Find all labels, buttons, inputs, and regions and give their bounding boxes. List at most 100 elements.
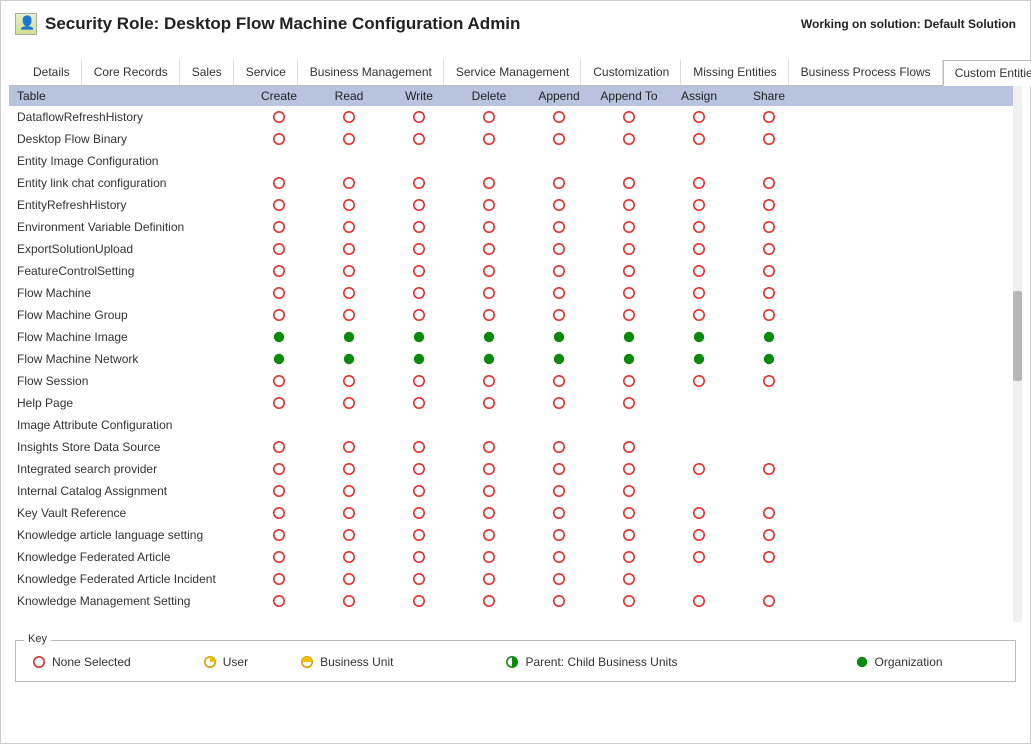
permission-cell[interactable]: [524, 524, 594, 546]
column-header-share[interactable]: Share: [734, 86, 804, 106]
permission-none-icon[interactable]: [622, 176, 636, 190]
permission-none-icon[interactable]: [272, 176, 286, 190]
permission-cell[interactable]: [524, 106, 594, 128]
permission-cell[interactable]: [664, 348, 734, 370]
permission-cell[interactable]: [734, 326, 804, 348]
column-header-write[interactable]: Write: [384, 86, 454, 106]
permission-none-icon[interactable]: [482, 528, 496, 542]
permission-none-icon[interactable]: [482, 176, 496, 190]
permission-cell[interactable]: [524, 392, 594, 414]
permission-none-icon[interactable]: [342, 198, 356, 212]
permission-cell[interactable]: [384, 392, 454, 414]
permission-cell[interactable]: [524, 568, 594, 590]
permission-none-icon[interactable]: [692, 308, 706, 322]
tab-missing-entities[interactable]: Missing Entities: [681, 59, 788, 85]
permission-none-icon[interactable]: [342, 440, 356, 454]
permission-none-icon[interactable]: [692, 462, 706, 476]
permission-org-icon[interactable]: [552, 352, 566, 366]
entity-name[interactable]: Entity Image Configuration: [9, 150, 244, 172]
tab-sales[interactable]: Sales: [180, 59, 234, 85]
permission-none-icon[interactable]: [412, 440, 426, 454]
entity-name[interactable]: Flow Machine Group: [9, 304, 244, 326]
permission-none-icon[interactable]: [622, 572, 636, 586]
permission-none-icon[interactable]: [342, 286, 356, 300]
permission-cell[interactable]: [664, 216, 734, 238]
permission-none-icon[interactable]: [552, 220, 566, 234]
permission-none-icon[interactable]: [552, 528, 566, 542]
permission-none-icon[interactable]: [272, 484, 286, 498]
permission-cell[interactable]: [524, 546, 594, 568]
permission-cell[interactable]: [314, 568, 384, 590]
permission-none-icon[interactable]: [482, 374, 496, 388]
permission-cell[interactable]: [384, 370, 454, 392]
column-header-create[interactable]: Create: [244, 86, 314, 106]
permission-cell[interactable]: [734, 304, 804, 326]
permission-cell[interactable]: [244, 128, 314, 150]
permission-none-icon[interactable]: [762, 176, 776, 190]
permission-cell[interactable]: [454, 282, 524, 304]
permission-none-icon[interactable]: [342, 220, 356, 234]
permission-cell[interactable]: [524, 458, 594, 480]
permission-cell[interactable]: [314, 304, 384, 326]
permission-none-icon[interactable]: [692, 242, 706, 256]
permission-none-icon[interactable]: [482, 132, 496, 146]
permission-none-icon[interactable]: [762, 594, 776, 608]
permission-none-icon[interactable]: [692, 506, 706, 520]
permission-none-icon[interactable]: [482, 572, 496, 586]
permission-cell[interactable]: [454, 502, 524, 524]
permission-cell[interactable]: [244, 348, 314, 370]
permission-none-icon[interactable]: [412, 110, 426, 124]
permission-none-icon[interactable]: [342, 462, 356, 476]
permission-none-icon[interactable]: [272, 286, 286, 300]
permission-org-icon[interactable]: [272, 352, 286, 366]
permission-cell[interactable]: [384, 260, 454, 282]
permission-none-icon[interactable]: [552, 110, 566, 124]
permission-org-icon[interactable]: [552, 330, 566, 344]
permission-cell[interactable]: [314, 128, 384, 150]
column-header-append[interactable]: Append: [524, 86, 594, 106]
permission-none-icon[interactable]: [272, 440, 286, 454]
permission-none-icon[interactable]: [692, 110, 706, 124]
permission-cell[interactable]: [594, 304, 664, 326]
permission-cell[interactable]: [314, 238, 384, 260]
permission-cell[interactable]: [594, 436, 664, 458]
column-header-read[interactable]: Read: [314, 86, 384, 106]
permission-cell[interactable]: [454, 216, 524, 238]
permission-none-icon[interactable]: [412, 198, 426, 212]
permission-none-icon[interactable]: [482, 440, 496, 454]
permission-cell[interactable]: [594, 128, 664, 150]
permission-cell[interactable]: [314, 524, 384, 546]
permission-cell[interactable]: [594, 502, 664, 524]
permission-cell[interactable]: [524, 480, 594, 502]
permission-none-icon[interactable]: [622, 528, 636, 542]
permission-none-icon[interactable]: [272, 220, 286, 234]
permission-none-icon[interactable]: [692, 550, 706, 564]
permission-cell[interactable]: [734, 194, 804, 216]
permission-cell[interactable]: [734, 238, 804, 260]
permission-none-icon[interactable]: [482, 198, 496, 212]
permission-none-icon[interactable]: [622, 462, 636, 476]
permission-cell[interactable]: [524, 216, 594, 238]
permission-none-icon[interactable]: [552, 132, 566, 146]
entity-name[interactable]: Flow Machine: [9, 282, 244, 304]
permission-none-icon[interactable]: [762, 550, 776, 564]
permission-cell[interactable]: [244, 194, 314, 216]
permission-none-icon[interactable]: [412, 242, 426, 256]
permission-none-icon[interactable]: [412, 462, 426, 476]
permission-none-icon[interactable]: [482, 264, 496, 278]
permission-cell[interactable]: [454, 546, 524, 568]
permission-cell[interactable]: [664, 458, 734, 480]
permission-cell[interactable]: [734, 128, 804, 150]
column-header-table[interactable]: Table: [9, 86, 244, 106]
permission-cell[interactable]: [314, 172, 384, 194]
permission-none-icon[interactable]: [692, 198, 706, 212]
permission-none-icon[interactable]: [762, 286, 776, 300]
permission-none-icon[interactable]: [622, 242, 636, 256]
permission-cell[interactable]: [664, 590, 734, 612]
vertical-scrollbar[interactable]: [1013, 86, 1022, 622]
permission-none-icon[interactable]: [622, 374, 636, 388]
permission-cell[interactable]: [524, 260, 594, 282]
permission-none-icon[interactable]: [412, 374, 426, 388]
permission-cell[interactable]: [314, 260, 384, 282]
entity-name[interactable]: Image Attribute Configuration: [9, 414, 244, 436]
